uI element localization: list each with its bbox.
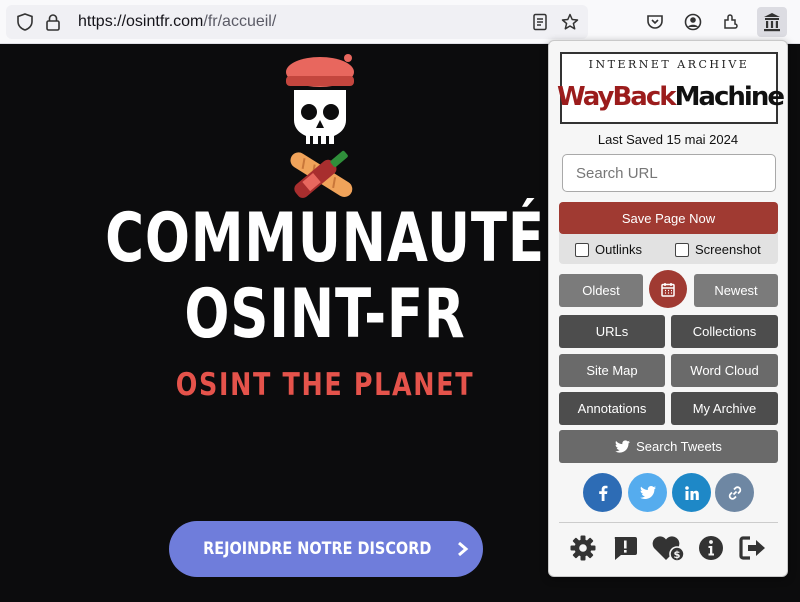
- outlinks-label: Outlinks: [595, 242, 642, 257]
- screenshot-checkbox[interactable]: Screenshot: [675, 242, 761, 257]
- word-cloud-button[interactable]: Word Cloud: [671, 354, 778, 387]
- urls-button[interactable]: URLs: [559, 315, 665, 348]
- twitter-bird-icon: [615, 440, 631, 453]
- last-saved-text: Last Saved 15 mai 2024: [597, 132, 739, 147]
- shield-icon[interactable]: [16, 13, 34, 31]
- address-bar[interactable]: https://osintfr.com/fr/accueil/: [6, 5, 588, 39]
- outlinks-checkbox-box[interactable]: [575, 242, 589, 257]
- browser-toolbar: https://osintfr.com/fr/accueil/: [0, 0, 800, 44]
- account-icon[interactable]: [678, 7, 708, 37]
- twitter-icon: [639, 486, 656, 499]
- outlinks-checkbox[interactable]: Outlinks: [575, 242, 642, 257]
- save-page-now-button[interactable]: Save Page Now: [559, 202, 778, 234]
- link-icon: [728, 485, 741, 500]
- search-tweets-label: Search Tweets: [636, 439, 722, 454]
- join-discord-button[interactable]: REJOINDRE NOTRE DISCORD: [169, 521, 483, 577]
- newest-button[interactable]: Newest: [694, 274, 778, 307]
- linkedin-icon: [684, 485, 699, 500]
- join-discord-label: REJOINDRE NOTRE DISCORD: [202, 539, 432, 559]
- facebook-icon: [598, 485, 607, 501]
- lock-icon[interactable]: [44, 13, 62, 31]
- divider: [559, 522, 778, 523]
- site-map-button[interactable]: Site Map: [559, 354, 665, 387]
- info-icon[interactable]: [696, 533, 726, 563]
- pocket-icon[interactable]: [640, 7, 670, 37]
- feedback-icon[interactable]: [610, 533, 640, 563]
- calendar-button[interactable]: [649, 270, 687, 308]
- url-text[interactable]: https://osintfr.com/fr/accueil/: [78, 13, 276, 31]
- facebook-share-button[interactable]: [583, 473, 622, 512]
- collections-button[interactable]: Collections: [671, 315, 778, 348]
- linkedin-share-button[interactable]: [672, 473, 711, 512]
- calendar-icon: [661, 282, 675, 297]
- search-tweets-button[interactable]: Search Tweets: [559, 430, 778, 463]
- donate-heart-icon[interactable]: $: [651, 533, 685, 563]
- copy-link-button[interactable]: [715, 473, 754, 512]
- my-archive-button[interactable]: My Archive: [671, 392, 778, 425]
- logo-machine: Machine: [674, 82, 785, 112]
- search-url-input[interactable]: [562, 154, 776, 192]
- annotations-button[interactable]: Annotations: [559, 392, 665, 425]
- twitter-share-button[interactable]: [628, 473, 667, 512]
- hero-subtitle: OSINT THE PLANET: [175, 367, 475, 403]
- wayback-logo: INTERNET ARCHIVE WayBack Machine: [557, 52, 785, 124]
- settings-gear-icon[interactable]: [568, 533, 598, 563]
- screenshot-checkbox-box[interactable]: [675, 242, 689, 257]
- reader-view-icon[interactable]: [531, 13, 549, 31]
- wayback-popup: INTERNET ARCHIVE WayBack Machine Last Sav…: [548, 40, 788, 577]
- hero-title-line-2: OSINT-FR: [184, 275, 466, 354]
- url-path: /fr/accueil/: [203, 13, 277, 30]
- screenshot-label: Screenshot: [695, 242, 761, 257]
- svg-text:$: $: [674, 550, 681, 561]
- logo-main-text: WayBack Machine: [557, 75, 785, 119]
- oldest-button[interactable]: Oldest: [559, 274, 643, 307]
- wayback-extension-icon[interactable]: [757, 7, 787, 37]
- extensions-icon[interactable]: [716, 7, 746, 37]
- url-host: https://osintfr.com: [78, 13, 204, 30]
- skull-beret-logo: [260, 50, 380, 200]
- logo-wayback: WayBack: [557, 82, 677, 112]
- hero-title-line-1: COMMUNAUTÉ: [105, 199, 545, 278]
- logout-icon[interactable]: [738, 533, 768, 563]
- bookmark-star-icon[interactable]: [561, 13, 579, 31]
- chevron-right-icon: [458, 541, 469, 557]
- logo-top-text: INTERNET ARCHIVE: [588, 58, 750, 71]
- save-page-box: Save Page Now Outlinks Screenshot: [559, 202, 778, 264]
